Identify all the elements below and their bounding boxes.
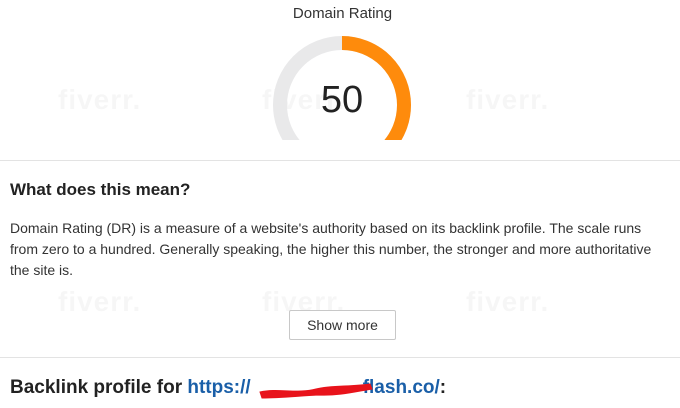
watermark: fiverr. bbox=[58, 286, 141, 318]
divider bbox=[0, 357, 680, 358]
section-heading: What does this mean? bbox=[10, 180, 191, 199]
watermark: fiverr. bbox=[466, 286, 549, 318]
divider bbox=[0, 160, 680, 161]
redaction-scribble bbox=[259, 383, 373, 399]
domain-rating-gauge: 50 bbox=[266, 30, 418, 140]
backlink-profile-heading: Backlink profile for https:// flash.co/: bbox=[10, 377, 446, 399]
section-description: Domain Rating (DR) is a measure of a web… bbox=[10, 220, 652, 278]
backlink-heading-prefix: Backlink profile for bbox=[10, 377, 188, 398]
gauge-value: 50 bbox=[321, 79, 363, 121]
gauge-svg: 50 bbox=[273, 36, 411, 140]
backlink-heading-suffix: : bbox=[439, 377, 447, 398]
show-more-button[interactable]: Show more bbox=[289, 310, 396, 340]
watermark: fiverr. bbox=[58, 84, 141, 116]
url-start: https:// bbox=[187, 377, 251, 398]
url-end: flash.co/ bbox=[362, 377, 440, 398]
gauge-title: Domain Rating bbox=[292, 5, 393, 22]
redaction-mark bbox=[259, 383, 373, 399]
watermark: fiverr. bbox=[466, 84, 549, 116]
